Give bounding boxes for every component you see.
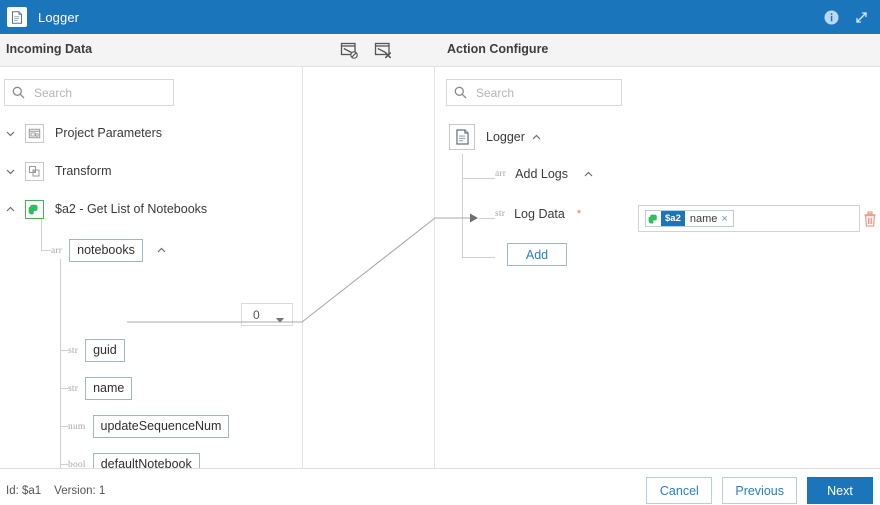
tree-field-guid[interactable]: str guid [68, 339, 125, 362]
chevron-up-icon[interactable] [156, 245, 167, 256]
chevron-down-icon [276, 312, 284, 330]
tree-line [41, 219, 42, 251]
evernote-icon [25, 199, 44, 219]
tree-field-default-notebook[interactable]: bool defaultNotebook [68, 453, 200, 468]
title-bar: Logger [0, 0, 880, 34]
tree-node-label: Log Data [514, 207, 565, 221]
type-tag: arr [51, 245, 63, 256]
search-icon [454, 86, 467, 99]
previous-button[interactable]: Previous [722, 477, 797, 504]
tree-node-logger[interactable]: Logger [449, 124, 542, 150]
search-icon [12, 86, 25, 99]
action-configure-panel: Logger arr Add Logs str Log Data * [435, 67, 880, 468]
document-icon [7, 7, 27, 27]
project-parameters-icon [25, 123, 44, 143]
tree-node-project-parameters[interactable]: Project Parameters [4, 122, 162, 144]
type-tag: str [68, 345, 79, 356]
array-index-value: 0 [253, 307, 260, 322]
info-circle-icon[interactable] [823, 9, 840, 26]
tree-node-get-list-of-notebooks[interactable]: $a2 - Get List of Notebooks [4, 198, 207, 220]
tree-line [60, 426, 68, 427]
type-tag: str [68, 383, 79, 394]
chevron-up-icon[interactable] [4, 203, 17, 216]
tree-node-label: Logger [486, 130, 525, 144]
tree-node-label: Project Parameters [55, 126, 162, 140]
title-bar-actions [823, 0, 870, 34]
tree-field-log-data[interactable]: str Log Data * [495, 207, 581, 221]
chevron-down-icon[interactable] [4, 127, 17, 140]
tree-node-label: Add Logs [515, 167, 568, 181]
field-chip[interactable]: guid [85, 339, 125, 362]
type-tag: num [68, 421, 86, 432]
action-configure-title: Action Configure [447, 42, 549, 56]
document-icon [449, 124, 475, 150]
field-chip[interactable]: updateSequenceNum [92, 415, 230, 438]
hide-mappings-icon[interactable] [340, 41, 359, 60]
chevron-down-icon[interactable] [4, 165, 17, 178]
incoming-search[interactable] [4, 79, 174, 106]
required-marker: * [576, 208, 582, 220]
mapping-canvas [303, 67, 434, 468]
tree-line [60, 259, 61, 468]
token-name: name [689, 212, 718, 225]
tree-node-label: Transform [55, 164, 112, 178]
tree-line [41, 250, 51, 251]
expand-diagonal-icon[interactable] [853, 9, 870, 26]
incoming-data-title: Incoming Data [6, 42, 93, 56]
tree-line [60, 388, 68, 389]
incoming-data-panel: Project Parameters Transform [0, 67, 302, 468]
tree-line [462, 178, 495, 179]
tree-field-update-sequence-num[interactable]: num updateSequenceNum [68, 415, 230, 438]
tree-field-name[interactable]: str name [68, 377, 133, 400]
action-id-label: Id: $a1 [6, 485, 42, 497]
trash-icon[interactable] [863, 211, 877, 232]
type-tag: bool [68, 459, 86, 469]
next-button[interactable]: Next [807, 477, 873, 504]
tree-node-transform[interactable]: Transform [4, 160, 112, 182]
incoming-search-input[interactable] [32, 84, 167, 101]
tree-line [60, 350, 68, 351]
dialog-footer: Id: $a1 Version: 1 Cancel Previous Next [0, 469, 880, 505]
evernote-icon [646, 211, 661, 226]
close-icon[interactable]: × [721, 213, 732, 225]
tree-line [60, 464, 68, 465]
tree-line [462, 154, 463, 258]
tree-node-add-logs[interactable]: arr Add Logs [495, 167, 594, 181]
action-search[interactable] [446, 79, 622, 106]
cancel-button[interactable]: Cancel [646, 477, 713, 504]
value-token-chip[interactable]: $a2 name × [645, 210, 734, 227]
transform-icon [25, 161, 44, 181]
chevron-up-icon[interactable] [583, 169, 594, 180]
token-source-badge: $a2 [661, 211, 685, 226]
field-chip[interactable]: name [85, 377, 133, 400]
logger-dialog: Logger Incoming Data Action Configure Se… [0, 0, 880, 505]
log-data-value-field[interactable]: $a2 name × [638, 205, 860, 232]
delete-mappings-icon[interactable] [374, 41, 393, 60]
chevron-up-icon[interactable] [531, 132, 542, 143]
type-tag: str [495, 209, 506, 219]
add-log-button[interactable]: Add [507, 243, 567, 266]
action-version-label: Version: 1 [54, 485, 106, 497]
tree-node-label: $a2 - Get List of Notebooks [55, 202, 208, 216]
tree-line [479, 218, 495, 219]
type-tag: arr [495, 169, 507, 179]
tree-line [462, 257, 495, 258]
footer-buttons: Cancel Previous Next [646, 477, 873, 504]
tree-field-notebooks[interactable]: arr notebooks [51, 239, 167, 262]
mapping-tools [340, 41, 393, 60]
section-header-bar: Incoming Data Action Configure [0, 34, 880, 67]
array-index-select[interactable]: 0 [241, 303, 293, 326]
field-chip[interactable]: defaultNotebook [92, 453, 200, 468]
window-title: Logger [38, 9, 80, 25]
field-chip[interactable]: notebooks [69, 239, 143, 262]
action-search-input[interactable] [474, 84, 614, 101]
footer-meta: Id: $a1 Version: 1 [6, 485, 105, 497]
